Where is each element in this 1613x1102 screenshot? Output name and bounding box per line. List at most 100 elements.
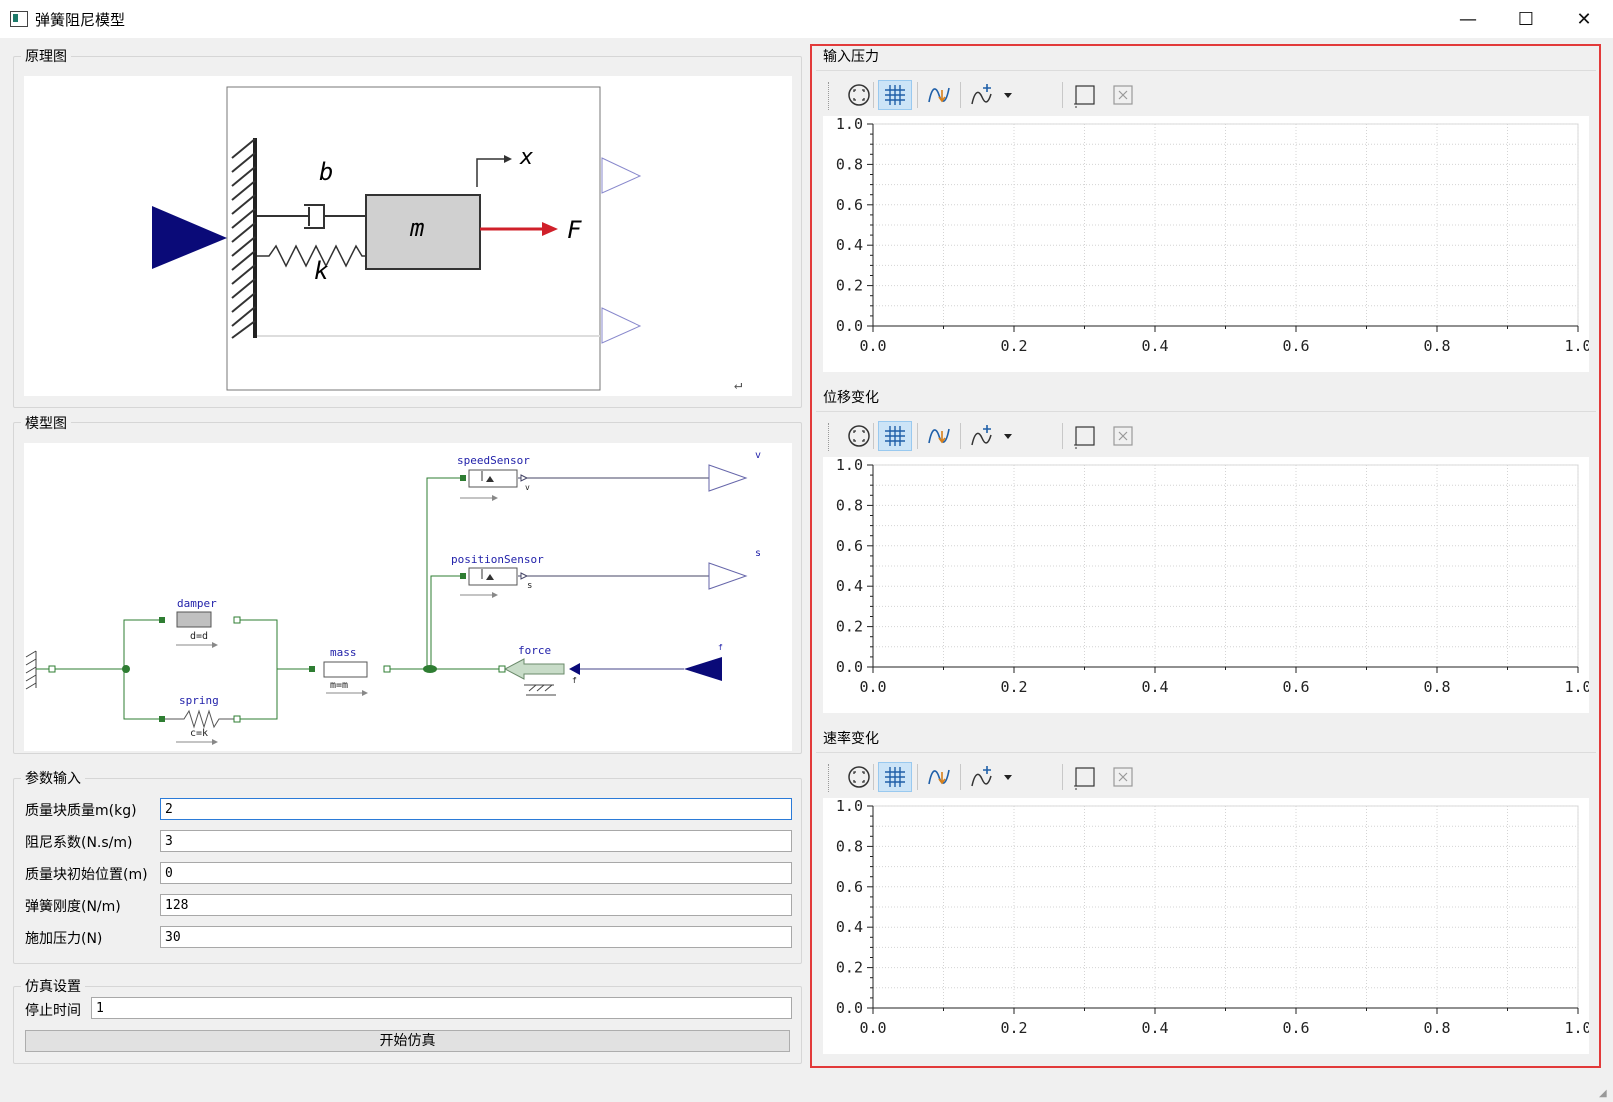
damping-input[interactable]: 3 <box>160 830 792 852</box>
add-curve-icon[interactable] <box>966 80 1000 110</box>
plot-area-1[interactable]: 0.0 0.2 0.4 0.6 0.8 1.0 0.0 0.2 0.4 0.6 0.8 1.0 <box>823 115 1592 372</box>
toolbar-separator <box>917 764 918 790</box>
y-tick-label: 0.4 <box>836 918 863 936</box>
mass-input[interactable]: 2 <box>160 798 792 820</box>
initial-position-input[interactable]: 0 <box>160 862 792 884</box>
stop-time-label: 停止时间 <box>25 1003 81 1019</box>
clear-icon[interactable] <box>1106 80 1140 110</box>
model-group-title: 模型图 <box>21 413 71 433</box>
grid-lines <box>872 123 1579 327</box>
y-tick-label: 0.0 <box>836 999 863 1017</box>
toolbar-grip[interactable] <box>828 82 830 110</box>
x-tick-label: 0.2 <box>1000 337 1027 355</box>
stiffness-input[interactable]: 128 <box>160 894 792 916</box>
plot-title-3: 速率变化 <box>823 731 879 747</box>
y-tick-label: 0.0 <box>836 658 863 676</box>
spring-label: spring <box>179 694 219 707</box>
damper-block <box>176 611 212 628</box>
model-canvas: damper d=d spring c=k mass m=m speedSens… <box>24 443 792 751</box>
minimize-button[interactable]: — <box>1439 0 1497 38</box>
position-sensor-block <box>468 567 518 586</box>
zoom-fit-icon[interactable] <box>842 80 876 110</box>
force-block <box>503 658 565 680</box>
y-tick-label: 0.6 <box>836 537 863 555</box>
maximize-button[interactable]: ☐ <box>1497 0 1555 38</box>
select-rect-icon[interactable] <box>1068 762 1102 792</box>
grid-icon[interactable] <box>878 421 912 451</box>
pick-point-icon[interactable] <box>922 80 956 110</box>
fixed-support-triangle <box>152 206 227 269</box>
x-tick-label: 0.0 <box>859 1019 886 1037</box>
start-simulation-button[interactable]: 开始仿真 <box>25 1030 790 1052</box>
y-tick-label: 0.2 <box>836 277 863 295</box>
model-diagram: damper d=d spring c=k mass m=m speedSens… <box>25 450 761 745</box>
title-bar: 弹簧阻尼模型 — ☐ ✕ <box>0 0 1613 38</box>
plot-title-2: 位移变化 <box>823 390 879 406</box>
plot-canvas: 0.0 0.2 0.4 0.6 0.8 1.0 0.0 0.2 0.4 0.6 0.8 1.0 <box>836 115 1592 355</box>
fixed-ground-hatch <box>25 650 37 690</box>
plot-area-2[interactable]: 0.0 0.2 0.4 0.6 0.8 1.0 0.0 0.2 0.4 0.6 0.8 1.0 <box>823 456 1592 713</box>
damper-param: d=d <box>190 631 208 642</box>
add-curve-icon[interactable] <box>966 762 1000 792</box>
force-port: f <box>572 676 577 685</box>
zoom-fit-icon[interactable] <box>842 762 876 792</box>
dropdown-arrow-icon[interactable] <box>1000 80 1016 110</box>
toolbar-grip[interactable] <box>828 764 830 792</box>
toolbar-separator <box>873 423 874 449</box>
y-tick-label: 1.0 <box>836 457 863 474</box>
model-wires <box>36 477 502 720</box>
x-tick-label: 1.0 <box>1564 678 1589 696</box>
stop-time-input[interactable]: 1 <box>91 997 792 1019</box>
plot-separator <box>816 70 1596 71</box>
grid-icon[interactable] <box>878 762 912 792</box>
y-tick-label: 0.8 <box>836 155 863 173</box>
position-output-label: s <box>755 548 761 559</box>
return-marker: ↵ <box>734 377 742 393</box>
toolbar-separator <box>1062 764 1063 790</box>
y-tick-label: 0.0 <box>836 317 863 335</box>
plot-title-1: 输入压力 <box>823 49 879 65</box>
stiffness-label: 弹簧刚度(N/m) <box>25 899 121 915</box>
close-button[interactable]: ✕ <box>1555 0 1613 38</box>
grid-icon[interactable] <box>878 80 912 110</box>
dropdown-arrow-icon[interactable] <box>1000 421 1016 451</box>
sim-group-title: 仿真设置 <box>21 976 85 996</box>
toolbar-separator <box>873 764 874 790</box>
x-tick-label: 0.2 <box>1000 678 1027 696</box>
toolbar-separator <box>917 423 918 449</box>
clear-icon[interactable] <box>1106 421 1140 451</box>
add-curve-icon[interactable] <box>966 421 1000 451</box>
toolbar-separator <box>960 423 961 449</box>
label-k: k <box>314 257 329 285</box>
force-input[interactable]: 30 <box>160 926 792 948</box>
dropdown-arrow-icon[interactable] <box>1000 762 1016 792</box>
force-input-label: f <box>718 643 723 652</box>
label-b: b <box>319 158 333 186</box>
zoom-fit-icon[interactable] <box>842 421 876 451</box>
app-icon <box>10 11 28 27</box>
pick-point-icon[interactable] <box>922 421 956 451</box>
principle-diagram: b k m x F ↵ <box>152 86 742 393</box>
clear-icon[interactable] <box>1106 762 1140 792</box>
output-connector-top <box>601 157 642 194</box>
pick-point-icon[interactable] <box>922 762 956 792</box>
toolbar-separator <box>960 82 961 108</box>
y-tick-label: 1.0 <box>836 798 863 815</box>
mass-block <box>323 661 368 678</box>
params-group-title: 参数输入 <box>21 768 85 788</box>
x-tick-label: 0.4 <box>1141 1019 1168 1037</box>
y-tick-label: 0.4 <box>836 577 863 595</box>
toolbar-separator <box>1062 423 1063 449</box>
toolbar-grip[interactable] <box>828 423 830 451</box>
speed-sensor-block <box>468 469 518 488</box>
select-rect-icon[interactable] <box>1068 80 1102 110</box>
plot-area-3[interactable]: 0.0 0.2 0.4 0.6 0.8 1.0 0.0 0.2 0.4 0.6 0.8 1.0 <box>823 797 1592 1054</box>
toolbar-separator <box>873 82 874 108</box>
select-rect-icon[interactable] <box>1068 421 1102 451</box>
y-tick-label: 0.4 <box>836 236 863 254</box>
damper-label: damper <box>177 597 217 610</box>
speed-output-label: v <box>755 450 761 461</box>
resize-grip-icon[interactable]: ◢ <box>1599 1088 1611 1100</box>
x-tick-label: 0.4 <box>1141 678 1168 696</box>
label-F: F <box>567 216 582 244</box>
